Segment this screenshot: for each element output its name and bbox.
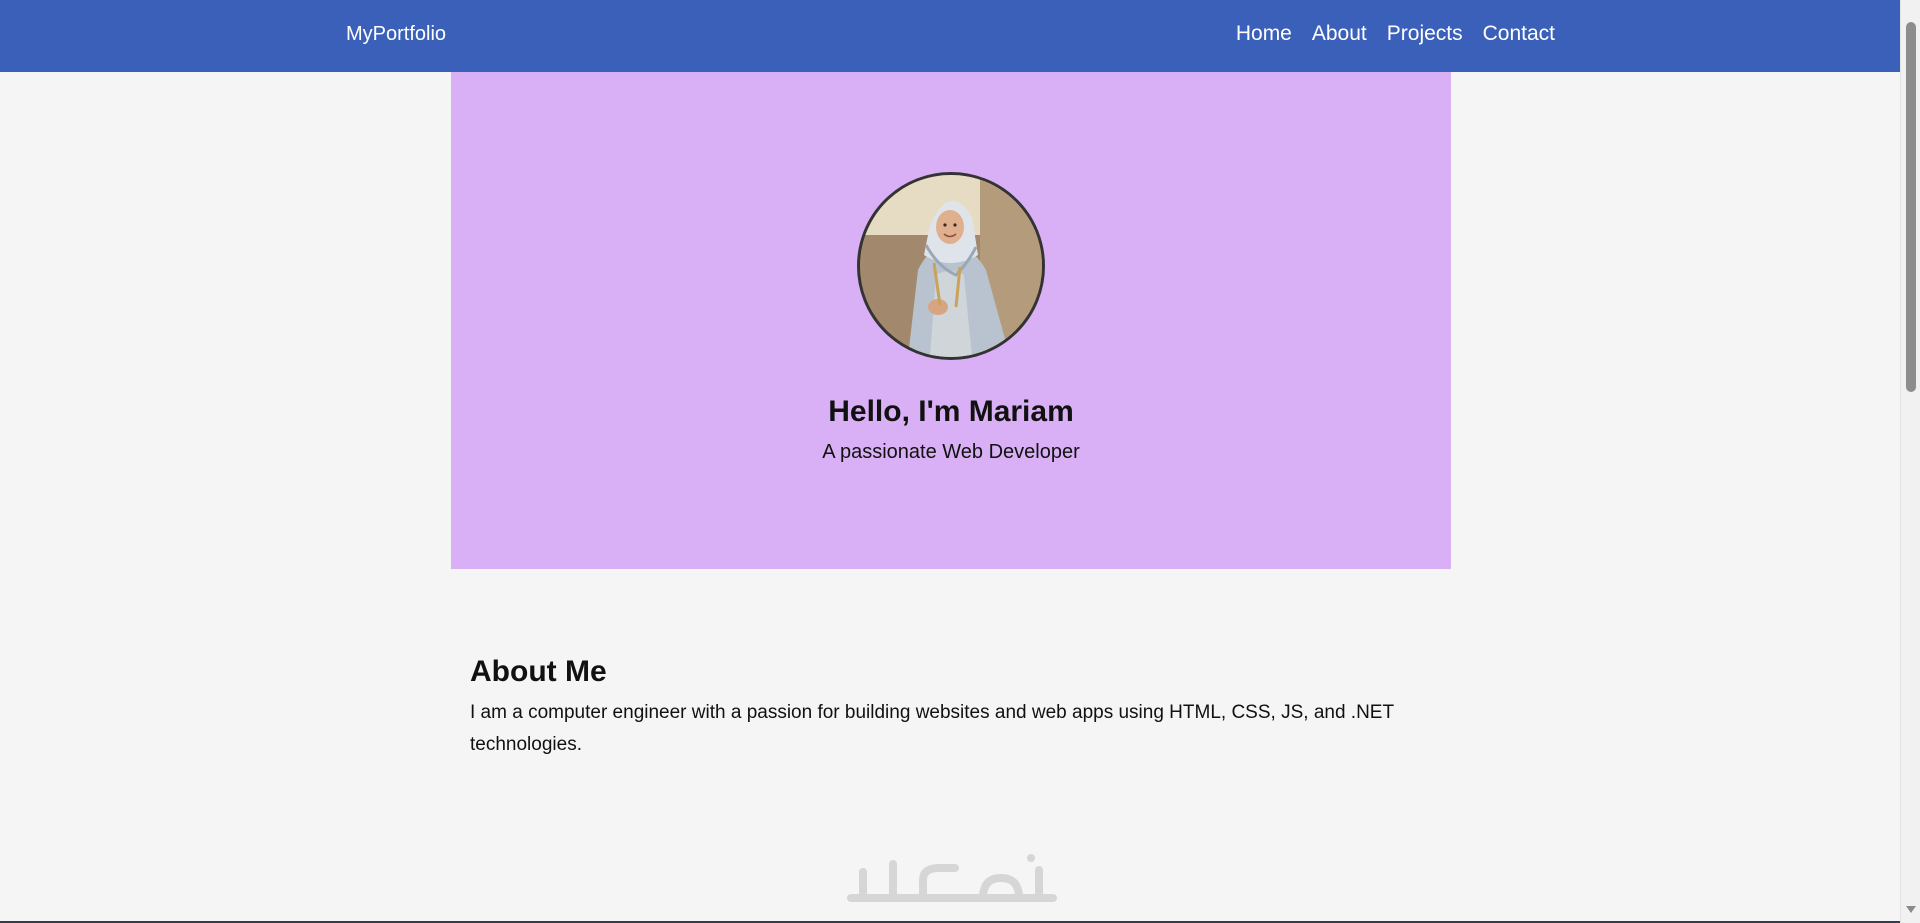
hero-section: Hello, I'm Mariam A passionate Web Devel… xyxy=(451,72,1451,569)
vertical-scrollbar[interactable] xyxy=(1900,0,1920,923)
brand-logo-link[interactable]: MyPortfolio xyxy=(346,23,446,46)
scrollbar-thumb[interactable] xyxy=(1906,22,1916,392)
nav-link-about[interactable]: About xyxy=(1312,22,1367,46)
browser-viewport: MyPortfolio Home About Projects Contact xyxy=(0,0,1920,923)
nav-links: Home About Projects Contact xyxy=(1236,22,1555,46)
profile-photo xyxy=(860,175,1042,357)
hero-subtitle: A passionate Web Developer xyxy=(822,441,1080,463)
about-section: About Me I am a computer engineer with a… xyxy=(470,655,1410,761)
nav-link-projects[interactable]: Projects xyxy=(1387,22,1463,46)
nav-link-contact[interactable]: Contact xyxy=(1483,22,1555,46)
watermark-logo-icon xyxy=(847,854,1057,902)
top-navbar: MyPortfolio Home About Projects Contact xyxy=(0,0,1900,72)
khamsat-watermark-logo xyxy=(843,850,1077,910)
profile-photo-avatar xyxy=(857,172,1045,360)
nav-link-home[interactable]: Home xyxy=(1236,22,1292,46)
about-body-text: I am a computer engineer with a passion … xyxy=(470,702,1394,755)
scroll-down-arrow-icon[interactable] xyxy=(1906,906,1916,913)
hero-title: Hello, I'm Mariam xyxy=(828,395,1074,428)
about-heading: About Me xyxy=(470,655,607,688)
